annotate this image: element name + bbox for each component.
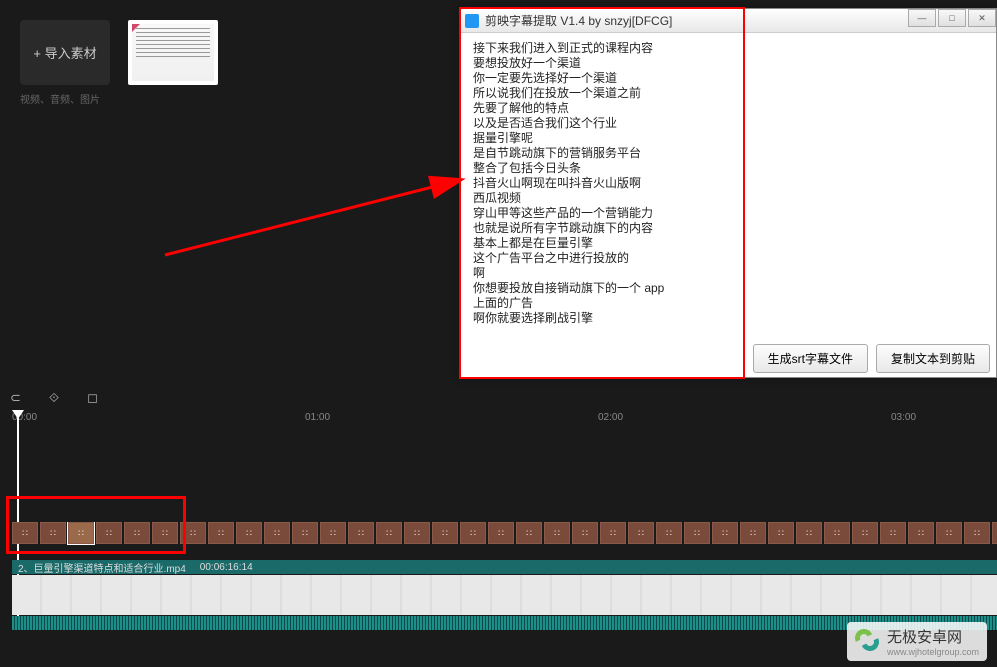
- subtitle-clip[interactable]: ∷: [740, 522, 766, 544]
- subtitle-clip[interactable]: ∷: [460, 522, 486, 544]
- subtitle-line: 接下来我们进入到正式的课程内容: [473, 41, 984, 56]
- subtitle-clip[interactable]: ∷: [180, 522, 206, 544]
- subtitle-clip[interactable]: ∷: [684, 522, 710, 544]
- subtitle-clip[interactable]: ∷: [96, 522, 122, 544]
- ruler-tick: 03:00: [891, 412, 916, 423]
- import-media-button[interactable]: + 导入素材: [20, 20, 110, 85]
- subtitle-line: 也就是说所有字节跳动旗下的内容: [473, 221, 984, 236]
- minimize-button[interactable]: —: [908, 9, 936, 27]
- media-panel: + 导入素材 视频、音频、图片: [0, 0, 460, 380]
- subtitle-line: 是自节跳动旗下的营销服务平台: [473, 146, 984, 161]
- subtitle-line: 你想要投放自接销动旗下的一个 app: [473, 281, 984, 296]
- media-thumbnail[interactable]: [128, 20, 218, 85]
- subtitle-clip[interactable]: ∷: [572, 522, 598, 544]
- subtitle-line: 这个广告平台之中进行投放的: [473, 251, 984, 266]
- subtitle-clip[interactable]: ∷: [768, 522, 794, 544]
- dialog-titlebar[interactable]: 剪映字幕提取 V1.4 by snzyj[DFCG] — □ ✕: [461, 9, 996, 33]
- subtitle-clip[interactable]: ∷: [656, 522, 682, 544]
- timeline-ruler[interactable]: 00:00 01:00 02:00 03:00: [0, 410, 997, 428]
- subtitle-clip[interactable]: ∷: [264, 522, 290, 544]
- subtitle-clip[interactable]: ∷: [712, 522, 738, 544]
- subtitle-clip[interactable]: ∷: [320, 522, 346, 544]
- subtitle-clip[interactable]: ∷: [824, 522, 850, 544]
- subtitle-clip[interactable]: ∷: [208, 522, 234, 544]
- subtitle-clip[interactable]: ∷: [432, 522, 458, 544]
- watermark-url: www.wjhotelgroup.com: [887, 647, 979, 657]
- subtitle-text-area[interactable]: 接下来我们进入到正式的课程内容要想投放好一个渠道你一定要先选择好一个渠道所以说我…: [461, 33, 996, 345]
- subtitle-clip[interactable]: ∷: [348, 522, 374, 544]
- watermark: 无极安卓网 www.wjhotelgroup.com: [847, 622, 987, 661]
- subtitle-clip[interactable]: ∷: [488, 522, 514, 544]
- copy-text-button[interactable]: 复制文本到剪贴: [876, 344, 990, 373]
- subtitle-clip[interactable]: ∷: [68, 522, 94, 544]
- maximize-button[interactable]: □: [938, 9, 966, 27]
- subtitle-clip[interactable]: ∷: [908, 522, 934, 544]
- import-subtext: 视频、音频、图片: [20, 91, 110, 106]
- subtitle-clip[interactable]: ∷: [40, 522, 66, 544]
- subtitle-clip[interactable]: ∷: [600, 522, 626, 544]
- subtitle-line: 啊你就要选择刷战引擎: [473, 311, 984, 326]
- subtitle-line: 抖音火山啊现在叫抖音火山版啊: [473, 176, 984, 191]
- dialog-title: 剪映字幕提取 V1.4 by snzyj[DFCG]: [485, 12, 672, 29]
- subtitle-clip[interactable]: ∷: [376, 522, 402, 544]
- subtitle-clip[interactable]: ∷: [516, 522, 542, 544]
- subtitle-clip[interactable]: ∷: [124, 522, 150, 544]
- clip-duration: 00:06:16:14: [200, 562, 253, 573]
- subtitle-line: 要想投放好一个渠道: [473, 56, 984, 71]
- video-track[interactable]: [12, 575, 997, 615]
- ruler-tick: 02:00: [598, 412, 623, 423]
- subtitle-track[interactable]: ∷∷∷∷∷∷∷∷∷∷∷∷∷∷∷∷∷∷∷∷∷∷∷∷∷∷∷∷∷∷∷∷∷∷∷∷: [12, 522, 997, 552]
- subtitle-clip[interactable]: ∷: [292, 522, 318, 544]
- subtitle-clip[interactable]: ∷: [992, 522, 997, 544]
- subtitle-line: 西瓜视频: [473, 191, 984, 206]
- split-icon[interactable]: ⟐: [49, 390, 59, 406]
- subtitle-clip[interactable]: ∷: [236, 522, 262, 544]
- subtitle-line: 所以说我们在投放一个渠道之前: [473, 86, 984, 101]
- import-label: + 导入素材: [33, 43, 96, 62]
- subtitle-line: 基本上都是在巨量引擎: [473, 236, 984, 251]
- clip-filename: 2、巨量引擎渠道特点和适合行业.mp4: [18, 560, 186, 575]
- subtitle-clip[interactable]: ∷: [964, 522, 990, 544]
- subtitle-clip[interactable]: ∷: [936, 522, 962, 544]
- watermark-name: 无极安卓网: [887, 626, 979, 647]
- subtitle-line: 穿山甲等这些产品的一个营销能力: [473, 206, 984, 221]
- watermark-logo-icon: [855, 629, 881, 655]
- subtitle-extract-dialog: 剪映字幕提取 V1.4 by snzyj[DFCG] — □ ✕ 接下来我们进入…: [460, 8, 997, 378]
- subtitle-clip[interactable]: ∷: [796, 522, 822, 544]
- crop-icon[interactable]: ◻: [87, 390, 98, 406]
- subtitle-line: 整合了包括今日头条: [473, 161, 984, 176]
- subtitle-clip[interactable]: ∷: [404, 522, 430, 544]
- generate-srt-button[interactable]: 生成srt字幕文件: [753, 344, 868, 373]
- app-icon: [465, 14, 479, 28]
- close-button[interactable]: ✕: [968, 9, 996, 27]
- subtitle-line: 啊: [473, 266, 984, 281]
- subtitle-clip[interactable]: ∷: [544, 522, 570, 544]
- subtitle-clip[interactable]: ∷: [628, 522, 654, 544]
- subtitle-line: 先要了解他的特点: [473, 101, 984, 116]
- subtitle-clip[interactable]: ∷: [152, 522, 178, 544]
- subtitle-line: 据量引擎呢: [473, 131, 984, 146]
- ruler-tick: 01:00: [305, 412, 330, 423]
- subtitle-clip[interactable]: ∷: [852, 522, 878, 544]
- timeline-toolbar: ⊂ ⟐ ◻: [0, 386, 997, 410]
- undo-icon[interactable]: ⊂: [10, 390, 21, 406]
- video-clip-label: 2、巨量引擎渠道特点和适合行业.mp4 00:06:16:14: [12, 560, 997, 574]
- subtitle-clip[interactable]: ∷: [12, 522, 38, 544]
- subtitle-line: 上面的广告: [473, 296, 984, 311]
- subtitle-clip[interactable]: ∷: [880, 522, 906, 544]
- subtitle-line: 以及是否适合我们这个行业: [473, 116, 984, 131]
- subtitle-line: 你一定要先选择好一个渠道: [473, 71, 984, 86]
